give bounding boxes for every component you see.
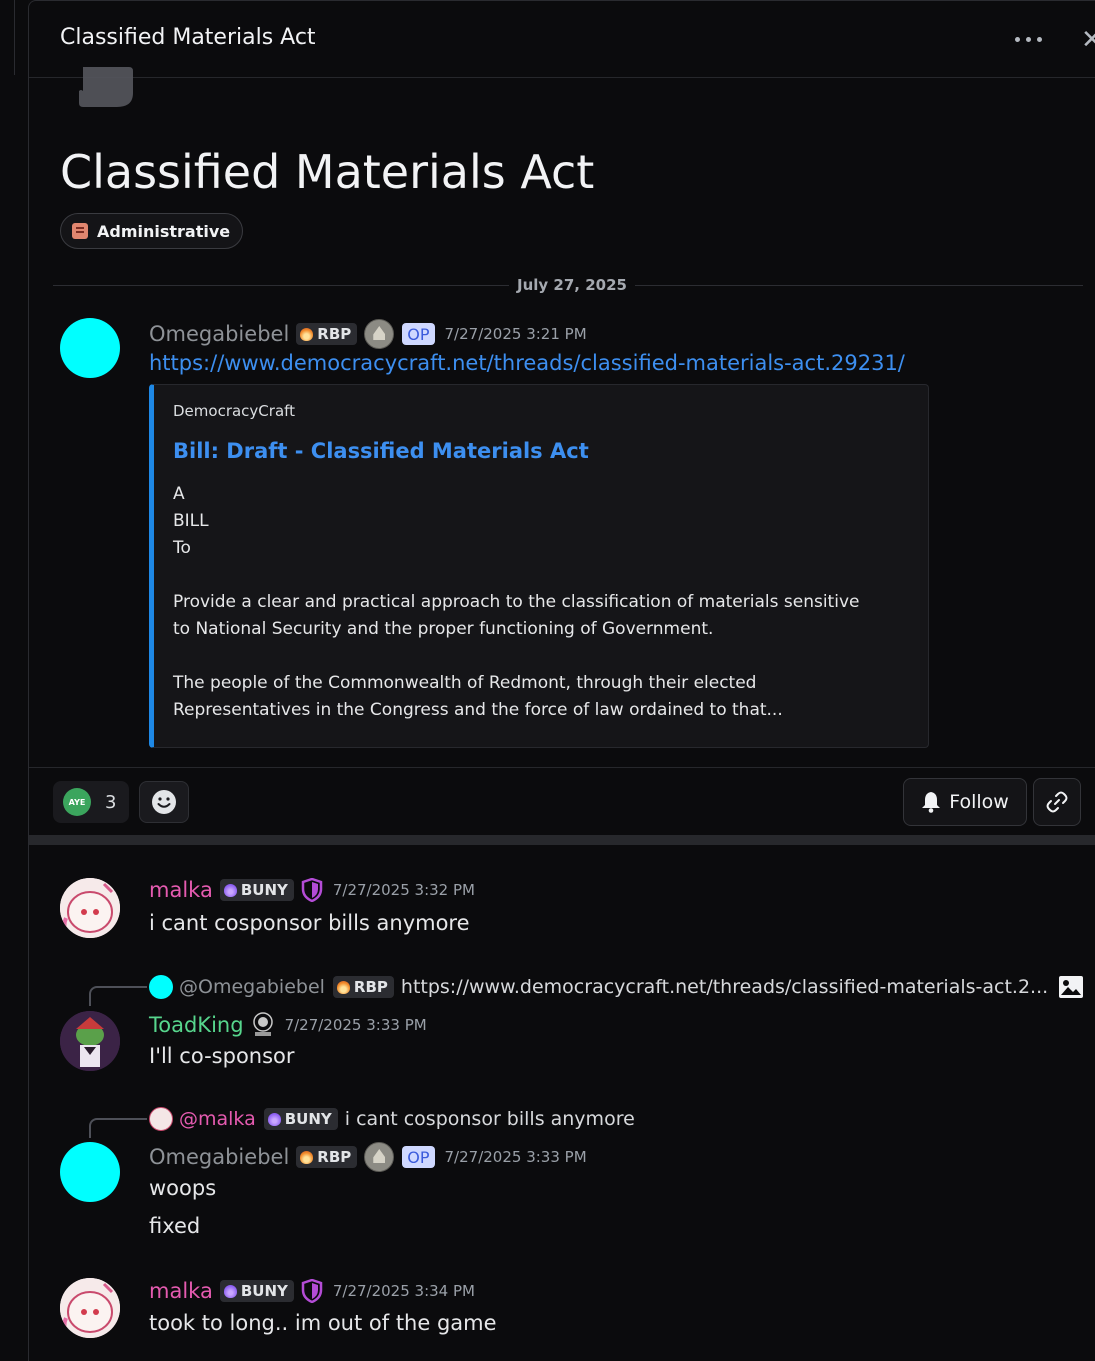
message-text: fixed — [149, 1214, 201, 1238]
capitol-icon — [364, 319, 395, 349]
tag-icon — [72, 223, 88, 239]
malka-avatar-image — [60, 1278, 120, 1338]
thread-link[interactable]: https://www.democracycraft.net/threads/c… — [149, 351, 905, 375]
add-reaction-icon — [152, 790, 176, 814]
follow-label: Follow — [949, 791, 1009, 813]
badge-label: BUNY — [240, 881, 288, 899]
reply-preview[interactable]: @Omegabiebel RBP https://www.democracycr… — [149, 975, 1084, 999]
message-text: woops — [149, 1176, 217, 1200]
shield-icon — [301, 1279, 323, 1303]
header-title: Classified Materials Act — [60, 25, 316, 50]
badge-label: RBP — [353, 978, 388, 996]
avatar[interactable] — [60, 1142, 120, 1202]
reply-username[interactable]: @Omegabiebel — [179, 976, 325, 998]
reply-avatar — [149, 975, 173, 999]
reply-text: https://www.democracycraft.net/threads/c… — [400, 976, 1049, 998]
embed-description: A BILL To Provide a clear and practical … — [173, 484, 860, 720]
timestamp: 7/27/2025 3:34 PM — [332, 1282, 475, 1300]
username[interactable]: ToadKing — [149, 1013, 244, 1037]
guild-badge[interactable]: BUNY — [219, 1280, 294, 1302]
message-header: Omegabiebel RBP OP 7/27/2025 3:33 PM — [149, 1142, 587, 1172]
buny-icon — [223, 883, 237, 897]
thread-header: Classified Materials Act ✕ — [29, 1, 1095, 78]
timestamp: 7/27/2025 3:33 PM — [284, 1016, 427, 1034]
reply-connector — [89, 986, 147, 1006]
capitol-icon — [364, 1142, 395, 1172]
guild-badge: BUNY — [263, 1108, 338, 1130]
avatar[interactable] — [60, 318, 120, 378]
guild-badge[interactable]: RBP — [296, 1146, 358, 1168]
guild-badge[interactable]: BUNY — [219, 879, 294, 901]
badge-label: RBP — [317, 325, 352, 343]
embed-provider[interactable]: DemocracyCraft — [173, 402, 295, 420]
message-text: I'll co-sponsor — [149, 1044, 295, 1068]
image-icon — [1059, 976, 1084, 998]
username[interactable]: Omegabiebel — [149, 1145, 289, 1169]
shield-icon — [301, 878, 323, 902]
follow-button[interactable]: Follow — [903, 778, 1027, 826]
fire-icon — [300, 327, 314, 341]
chat-bubble-icon — [79, 67, 133, 107]
buny-icon — [267, 1112, 281, 1126]
guild-badge[interactable]: RBP — [296, 323, 358, 345]
date-divider-label: July 27, 2025 — [509, 276, 635, 294]
post-title: Classified Materials Act — [60, 145, 595, 199]
tag-label: Administrative — [97, 221, 231, 241]
timestamp: 7/27/2025 3:32 PM — [332, 881, 475, 899]
op-badge: OP — [402, 1146, 435, 1168]
avatar[interactable] — [60, 878, 120, 938]
post-actions: AYE 3 Follow — [29, 767, 1095, 836]
message-header: malka BUNY 7/27/2025 3:32 PM — [149, 878, 475, 902]
message-header: malka BUNY 7/27/2025 3:34 PM — [149, 1279, 475, 1303]
fire-icon — [300, 1150, 314, 1164]
tag-administrative[interactable]: Administrative — [60, 213, 244, 249]
left-sidebar-edge — [0, 0, 28, 1360]
buny-icon — [223, 1284, 237, 1298]
reply-text: i cant cosponsor bills anymore — [344, 1108, 635, 1130]
message-text: took to long.. im out of the game — [149, 1311, 497, 1335]
malka-avatar-image — [60, 878, 120, 938]
avatar[interactable] — [60, 1011, 120, 1071]
link-embed: DemocracyCraft Bill: Draft - Classified … — [149, 384, 929, 748]
toadking-avatar-image — [60, 1011, 120, 1071]
guild-badge: RBP — [332, 976, 394, 998]
reply-username[interactable]: @malka — [179, 1108, 256, 1130]
timestamp: 7/27/2025 3:21 PM — [444, 325, 587, 343]
op-badge: OP — [402, 323, 435, 345]
aye-emoji: AYE — [63, 788, 91, 816]
rcc-emblem-icon — [252, 1012, 273, 1036]
close-icon[interactable]: ✕ — [1081, 27, 1095, 53]
timestamp: 7/27/2025 3:33 PM — [444, 1148, 587, 1166]
reply-avatar — [149, 1107, 173, 1131]
badge-label: RBP — [317, 1148, 352, 1166]
reaction-aye[interactable]: AYE 3 — [53, 781, 129, 823]
badge-label: BUNY — [240, 1282, 288, 1300]
username[interactable]: malka — [149, 878, 213, 902]
link-icon — [1046, 791, 1068, 813]
message-header: ToadKing 7/27/2025 3:33 PM — [149, 1012, 427, 1038]
fire-icon — [336, 980, 350, 994]
badge-label: BUNY — [284, 1110, 332, 1128]
more-icon[interactable] — [1015, 37, 1043, 43]
reply-connector — [89, 1118, 147, 1138]
reply-preview[interactable]: @malka BUNY i cant cosponsor bills anymo… — [149, 1107, 635, 1131]
avatar[interactable] — [60, 1278, 120, 1338]
bell-icon — [922, 792, 941, 813]
username[interactable]: malka — [149, 1279, 213, 1303]
add-reaction-button[interactable] — [139, 781, 189, 823]
embed-title[interactable]: Bill: Draft - Classified Materials Act — [173, 439, 589, 463]
reaction-count: 3 — [105, 791, 117, 813]
replies-separator — [29, 835, 1095, 845]
message-text: i cant cosponsor bills anymore — [149, 911, 470, 935]
thread-panel: Classified Materials Act ✕ Classified Ma… — [28, 0, 1095, 1361]
username[interactable]: Omegabiebel — [149, 322, 289, 346]
copy-link-button[interactable] — [1033, 778, 1081, 826]
message-header: Omegabiebel RBP OP 7/27/2025 3:21 PM — [149, 319, 587, 349]
